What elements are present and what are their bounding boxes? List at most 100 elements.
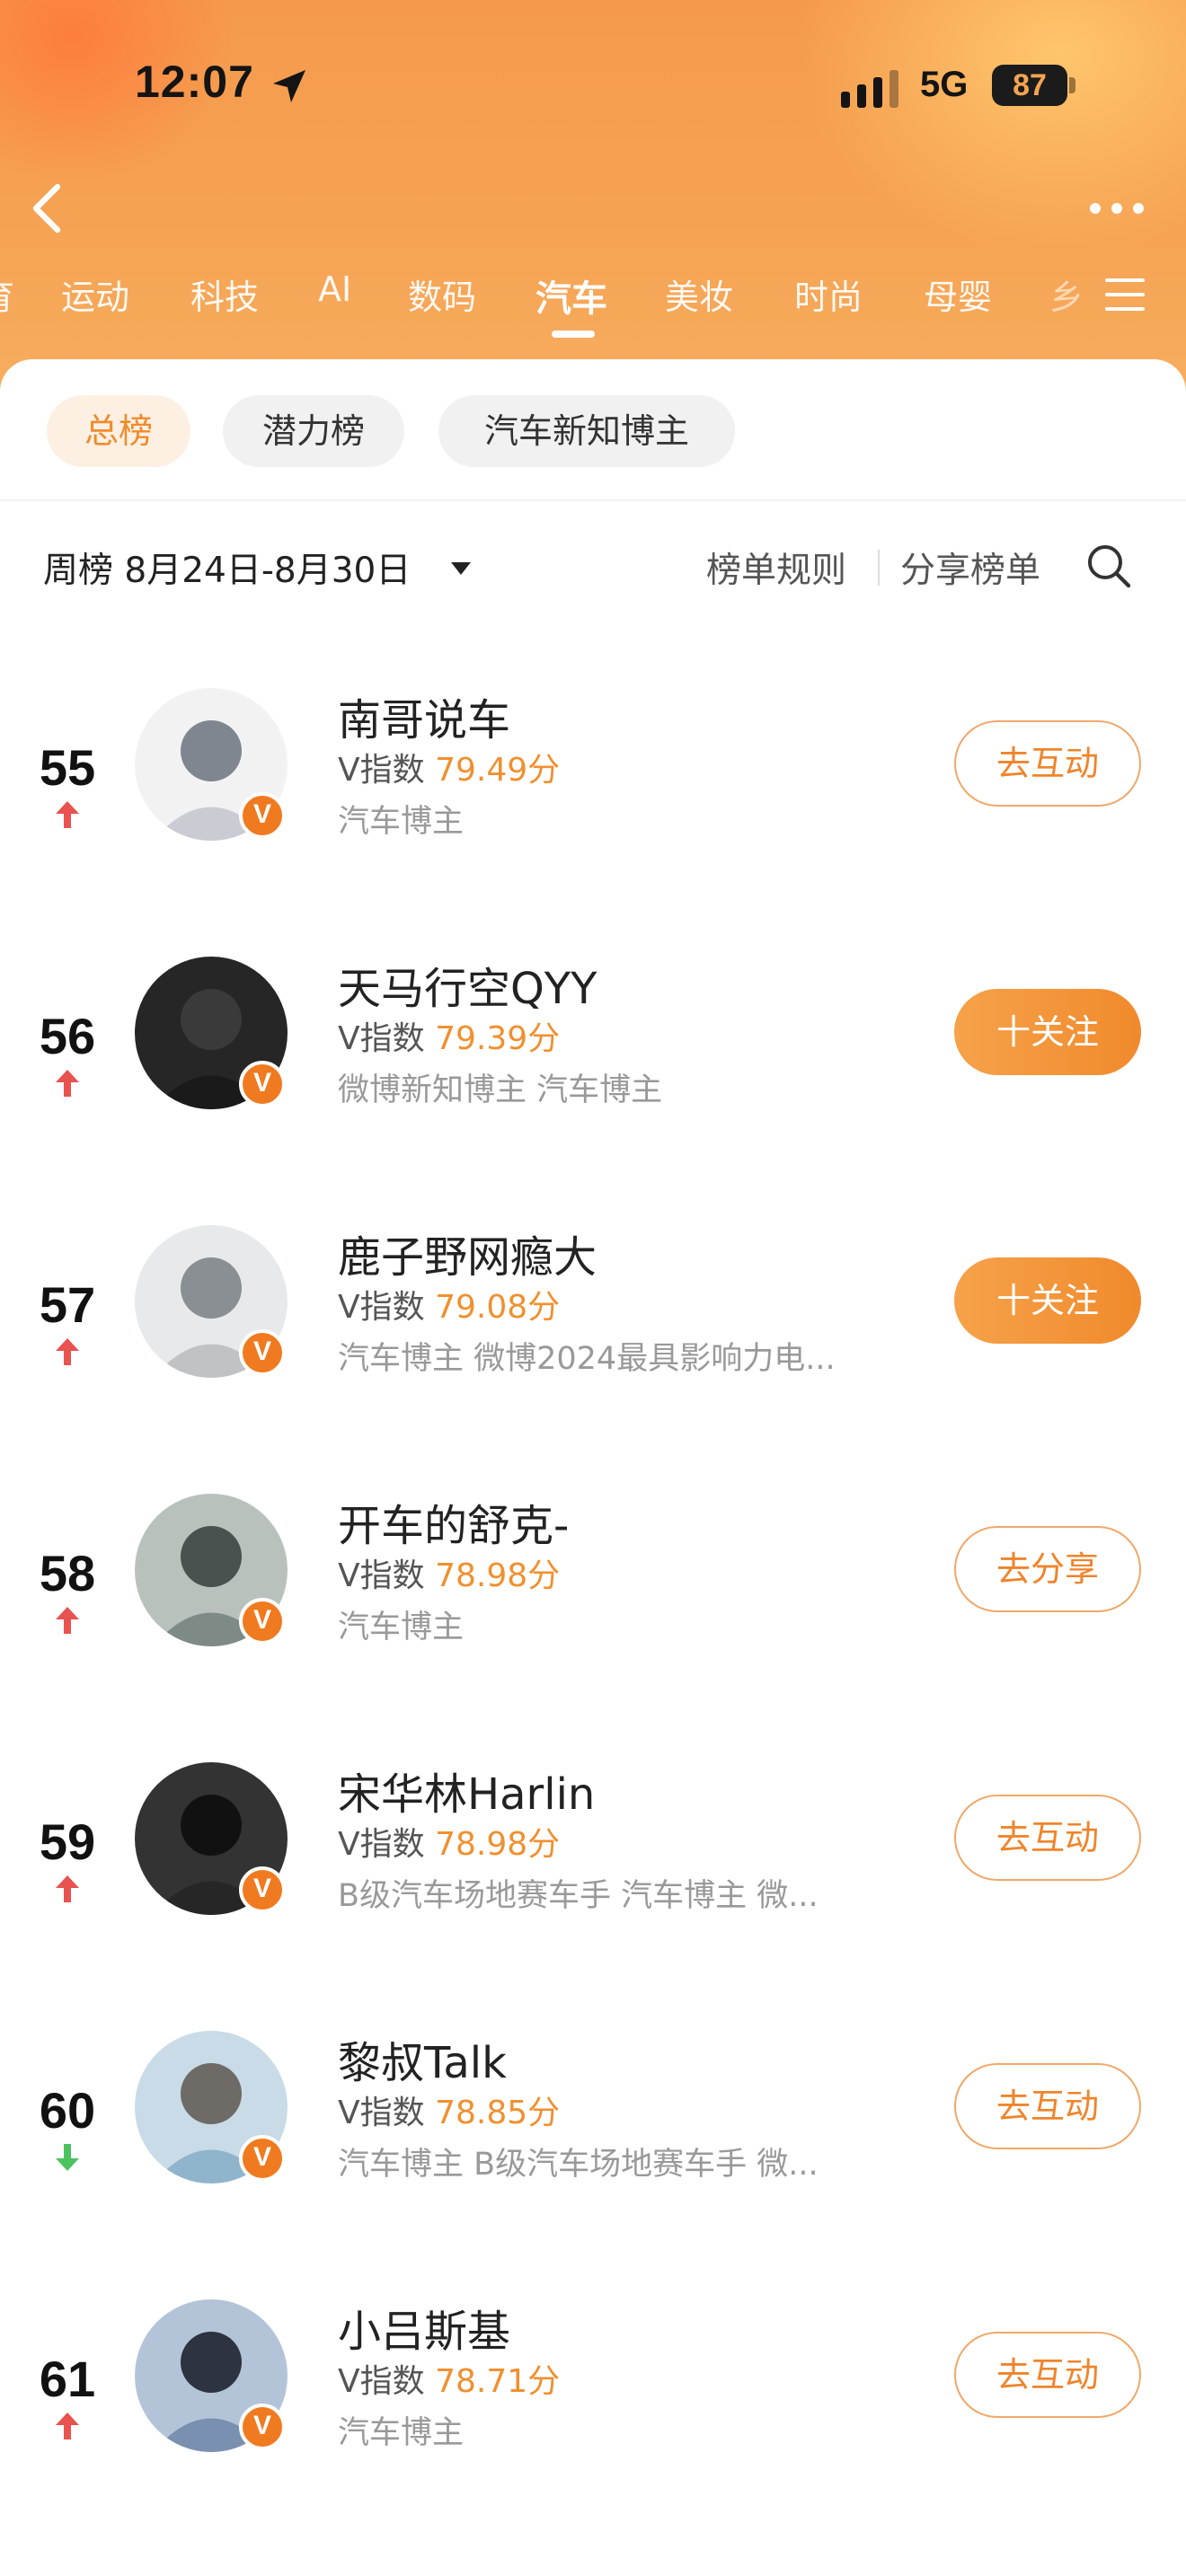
blogger-tags: 汽车博主 [338, 1610, 465, 1645]
filter-separator [878, 550, 880, 586]
trend-up-icon [56, 1607, 79, 1634]
v-index: V指数 79.08分 [338, 1281, 560, 1328]
tab-category-5[interactable]: 汽车 [535, 269, 607, 322]
rules-link[interactable]: 榜单规则 [706, 543, 846, 593]
v-index-label: V指数 [338, 2363, 425, 2400]
trend-up-icon [56, 801, 79, 828]
rank-number: 61 [39, 2351, 96, 2407]
blogger-name[interactable]: 宋华林Harlin [338, 1759, 595, 1822]
chevron-left-icon[interactable] [25, 180, 68, 237]
v-index-score: 78.98分 [435, 1826, 561, 1863]
network-type: 5G [920, 65, 969, 104]
v-index-label: V指数 [338, 752, 425, 789]
tab-category-8[interactable]: 母婴 [924, 269, 992, 319]
verified-badge-icon: V [239, 1329, 286, 1376]
blogger-name[interactable]: 黎叔Talk [338, 2027, 507, 2090]
v-index: V指数 79.49分 [338, 744, 560, 790]
location-arrow-icon [273, 70, 305, 102]
ranking-row[interactable]: 61 V 小吕斯基 V指数 78.71分 汽车博主 去互动 [0, 2299, 1186, 2568]
status-time: 12:07 [135, 57, 254, 107]
trend-up-icon [56, 1070, 79, 1097]
rank-number: 56 [39, 1008, 96, 1064]
blogger-tags: 汽车博主 微博2024最具影响力电... [338, 1341, 836, 1377]
verified-badge-icon: V [239, 2404, 286, 2450]
tab-category-0[interactable]: 育 [0, 269, 14, 319]
rank-number: 58 [39, 1545, 96, 1601]
v-index-label: V指数 [338, 2095, 425, 2131]
more-dots-icon[interactable] [1087, 199, 1146, 217]
tab-category-9[interactable]: 乡 [1049, 269, 1084, 319]
search-icon[interactable] [1085, 543, 1132, 589]
tab-category-1[interactable]: 运动 [61, 269, 129, 319]
blogger-tags: 微博新知博主 汽车博主 [338, 1072, 663, 1108]
ranking-row[interactable]: 56 V 天马行空QYY V指数 79.39分 微博新知博主 汽车博主 十关注 [0, 957, 1186, 1225]
section-divider [0, 499, 1186, 501]
action-button[interactable]: 去互动 [954, 2332, 1141, 2418]
blogger-tags: 汽车博主 [338, 2415, 465, 2451]
v-index: V指数 78.71分 [338, 2355, 560, 2402]
period-selector[interactable]: 周榜 8月24日-8月30日 [43, 543, 411, 593]
status-bar: 12:07 5G 87 [0, 0, 1186, 171]
subtab-overall[interactable]: 总榜 [47, 395, 190, 467]
verified-badge-icon: V [239, 1598, 286, 1645]
caret-down-icon[interactable] [449, 559, 473, 578]
blogger-tags: 汽车博主 B级汽车场地赛车手 微... [338, 2147, 819, 2183]
v-index-label: V指数 [338, 1020, 425, 1057]
v-index: V指数 79.39分 [338, 1012, 560, 1059]
verified-badge-icon: V [239, 1061, 286, 1107]
v-index-score: 78.85分 [435, 2095, 561, 2131]
action-button[interactable]: 去互动 [954, 2063, 1141, 2149]
tab-category-6[interactable]: 美妆 [665, 269, 733, 319]
blogger-name[interactable]: 南哥说车 [338, 684, 510, 747]
signal-icon [841, 70, 898, 108]
tab-category-7[interactable]: 时尚 [794, 269, 863, 319]
trend-up-icon [56, 1338, 79, 1365]
battery-indicator: 87 [992, 65, 1067, 106]
follow-button[interactable]: 十关注 [954, 1257, 1141, 1344]
v-index-label: V指数 [338, 1557, 425, 1594]
rank-number: 57 [39, 1276, 96, 1333]
rank-number: 59 [39, 1813, 96, 1870]
verified-badge-icon: V [239, 1866, 286, 1913]
v-index: V指数 78.98分 [338, 1549, 560, 1596]
v-index-label: V指数 [338, 1289, 425, 1326]
blogger-name[interactable]: 小吕斯基 [338, 2296, 510, 2359]
verified-badge-icon: V [239, 2135, 286, 2182]
tab-category-3[interactable]: AI [318, 269, 351, 309]
rank-number: 60 [39, 2082, 96, 2139]
active-tab-underline [552, 331, 595, 338]
follow-button[interactable]: 十关注 [954, 989, 1141, 1075]
v-index: V指数 78.85分 [338, 2086, 560, 2133]
tab-category-2[interactable]: 科技 [190, 269, 259, 319]
v-index-score: 79.08分 [435, 1289, 561, 1326]
blogger-name[interactable]: 天马行空QYY [338, 953, 597, 1016]
v-index-score: 78.98分 [435, 1557, 561, 1594]
hamburger-menu-icon[interactable] [1103, 273, 1146, 316]
share-list-link[interactable]: 分享榜单 [900, 543, 1040, 593]
blogger-name[interactable]: 开车的舒克- [338, 1490, 569, 1553]
v-index-label: V指数 [338, 1826, 425, 1863]
ranking-row[interactable]: 58 V 开车的舒克- V指数 78.98分 汽车博主 去分享 [0, 1494, 1186, 1762]
ranking-row[interactable]: 55 V 南哥说车 V指数 79.49分 汽车博主 去互动 [0, 688, 1186, 957]
v-index-score: 78.71分 [435, 2363, 561, 2400]
trend-down-icon [56, 2144, 79, 2171]
action-button[interactable]: 去互动 [954, 1795, 1141, 1881]
ranking-row[interactable]: 59 V 宋华林Harlin V指数 78.98分 B级汽车场地赛车手 汽车博主… [0, 1762, 1186, 2031]
battery-tip [1069, 77, 1075, 93]
trend-up-icon [56, 2413, 79, 2439]
v-index-score: 79.39分 [435, 1020, 561, 1057]
blogger-tags: B级汽车场地赛车手 汽车博主 微... [338, 1878, 819, 1914]
v-index: V指数 78.98分 [338, 1818, 560, 1865]
subtab-new-knowledge[interactable]: 汽车新知博主 [438, 395, 735, 467]
ranking-row[interactable]: 57 V 鹿子野网瘾大 V指数 79.08分 汽车博主 微博2024最具影响力电… [0, 1225, 1186, 1494]
action-button[interactable]: 去分享 [954, 1526, 1141, 1612]
trend-up-icon [56, 1875, 79, 1902]
verified-badge-icon: V [239, 792, 286, 839]
tab-category-4[interactable]: 数码 [408, 269, 476, 319]
blogger-tags: 汽车博主 [338, 804, 465, 840]
action-button[interactable]: 去互动 [954, 720, 1141, 807]
v-index-score: 79.49分 [435, 752, 561, 789]
blogger-name[interactable]: 鹿子野网瘾大 [338, 1222, 597, 1284]
ranking-row[interactable]: 60 V 黎叔Talk V指数 78.85分 汽车博主 B级汽车场地赛车手 微.… [0, 2031, 1186, 2299]
subtab-potential[interactable]: 潜力榜 [223, 395, 404, 467]
